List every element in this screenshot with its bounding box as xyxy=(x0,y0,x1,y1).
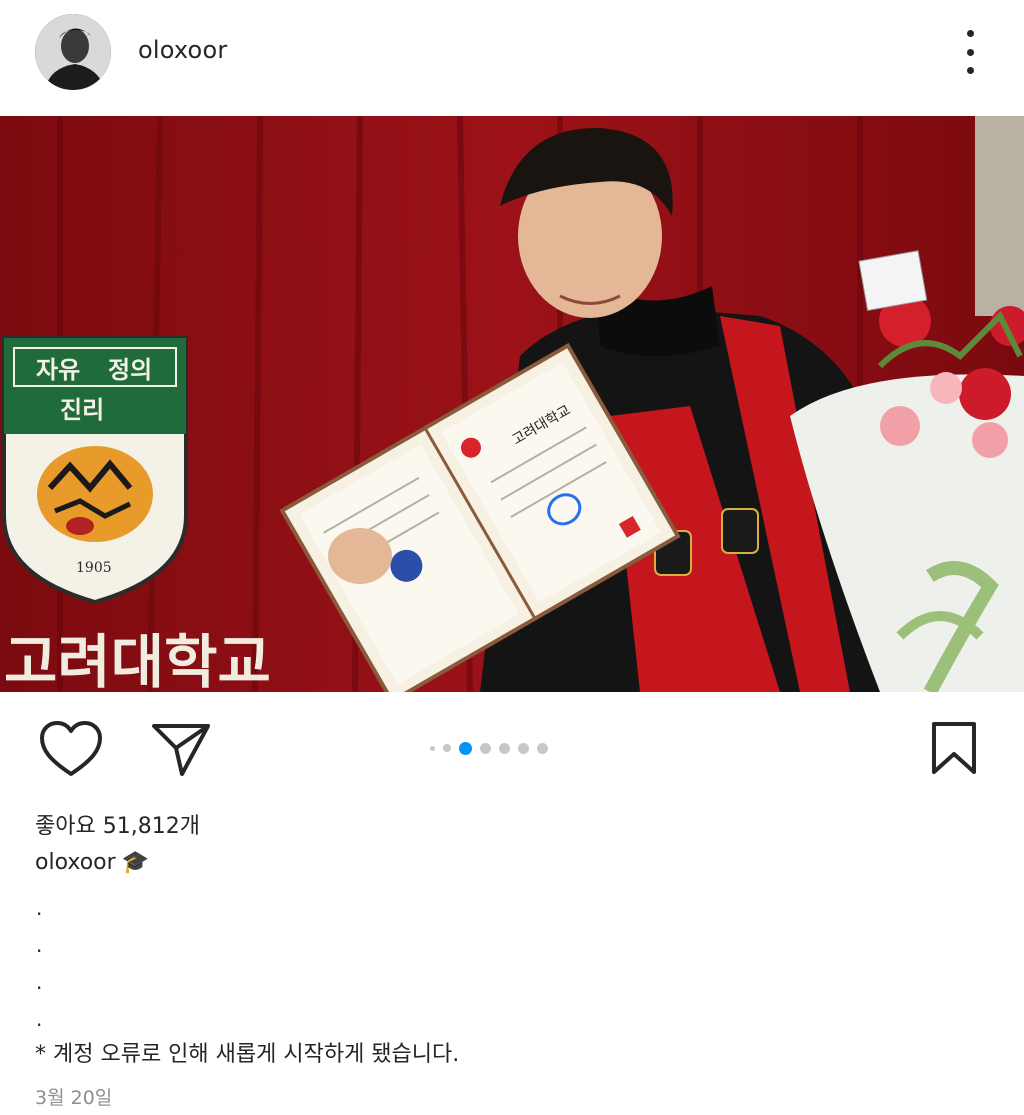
carousel-dot xyxy=(430,745,435,751)
caption-header: oloxoor 🎓 xyxy=(35,850,149,875)
banner-university-name: 고려대학교 xyxy=(4,628,271,692)
hand xyxy=(328,528,392,584)
save-button[interactable] xyxy=(928,720,980,776)
carousel-dot xyxy=(499,742,510,754)
carousel-indicator xyxy=(430,740,548,756)
shield-motto-1: 자유 xyxy=(36,356,80,384)
post-actions xyxy=(0,700,1024,800)
shield-motto-2: 정의 xyxy=(108,356,152,384)
heart-icon xyxy=(40,721,102,776)
carousel-dot-active xyxy=(459,741,472,755)
profile-avatar[interactable] xyxy=(35,14,111,90)
more-vertical-icon xyxy=(966,30,974,37)
carousel-dot xyxy=(443,744,451,752)
caption-dot: . xyxy=(36,933,43,957)
caption-dot: . xyxy=(36,1007,43,1031)
graduation-cap-emoji: 🎓 xyxy=(121,850,150,875)
like-button[interactable] xyxy=(38,720,104,780)
caption-dot: . xyxy=(36,970,43,994)
carousel-dot xyxy=(518,742,529,754)
university-shield: 자유 정의 진리 1905 xyxy=(1,336,188,605)
carousel-dot xyxy=(537,742,548,754)
caption-dot: . xyxy=(36,896,43,920)
more-options-button[interactable] xyxy=(955,30,985,74)
share-button[interactable] xyxy=(150,720,214,780)
post-photo[interactable]: 자유 정의 진리 1905 고려대학교 고려대학교 xyxy=(0,116,1024,692)
post-date: 3월 20일 xyxy=(35,1087,113,1109)
instagram-post: oloxoor 자유 정의 진리 1905 고려대학교 고려대학교 좋아요 51… xyxy=(0,0,1024,1115)
tiger-emblem xyxy=(37,446,153,542)
post-header: oloxoor xyxy=(0,0,1024,108)
likes-count[interactable]: 좋아요 51,812개 xyxy=(35,808,200,840)
bookmark-icon xyxy=(932,722,976,774)
caption-username[interactable]: oloxoor xyxy=(35,850,116,875)
shield-motto-3: 진리 xyxy=(60,396,104,424)
shield-year: 1905 xyxy=(76,560,112,576)
send-icon xyxy=(152,724,210,776)
header-username[interactable]: oloxoor xyxy=(138,36,227,64)
carousel-dot xyxy=(480,742,491,754)
caption-text: * 계정 오류로 인해 새롭게 시작하게 됐습니다. xyxy=(35,1042,460,1067)
